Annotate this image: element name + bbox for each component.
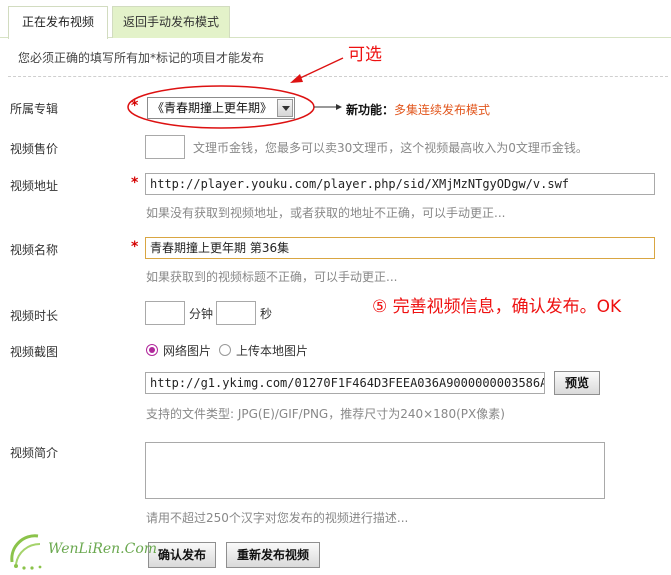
album-select[interactable]: 《青春期撞上更年期》 [147,97,295,119]
address-hint: 如果没有获取到视频地址，或者获取的地址不正确，可以手动更正... [146,206,506,220]
screenshot-label: 视频截图 [10,345,59,359]
duration-seconds-input[interactable] [216,301,256,325]
preview-button[interactable]: 预览 [554,371,600,395]
chevron-down-icon[interactable] [277,99,293,117]
name-hint: 如果获取到的视频标题不正确，可以手动更正... [146,270,398,284]
batch-publish-link[interactable]: 多集连续发布模式 [394,101,490,118]
album-select-value: 《青春期撞上更年期》 [152,101,273,115]
annotation-step: ⑤ 完善视频信息，确认发布。OK [372,297,622,317]
filetype-hint: 支持的文件类型: JPG(E)/GIF/PNG，推荐尺寸为240×180(PX像… [146,407,505,421]
name-required-mark: * [131,239,139,255]
summary-hint: 请用不超过250个汉字对您发布的视频进行描述... [146,511,409,525]
logo-text: WenLiRen.Com [48,541,158,557]
new-feature-label: 新功能： [346,103,395,117]
radio-web-image[interactable] [146,344,158,356]
radio-upload-local[interactable] [219,344,231,356]
upload-local-label: 上传本地图片 [236,344,309,358]
screenshot-url-input[interactable]: http://g1.ykimg.com/01270F1F464D3FEEA036… [145,372,545,394]
required-notice: 您必须正确的填写所有加*标记的项目才能发布 [18,51,265,65]
republish-button[interactable]: 重新发布视频 [226,542,320,568]
annotation-optional: 可选 [348,45,382,65]
album-label: 所属专辑 [10,102,59,116]
video-name-input[interactable]: 青春期撞上更年期 第36集 [145,237,655,259]
album-required-mark: * [131,98,139,114]
address-required-mark: * [131,175,139,191]
minutes-unit: 分钟 [189,307,214,321]
video-address-input[interactable]: http://player.youku.com/player.php/sid/X… [145,173,655,195]
tab-manual-mode[interactable]: 返回手动发布模式 [112,6,230,38]
divider [8,76,668,77]
price-input[interactable] [145,135,185,159]
duration-minutes-input[interactable] [145,301,185,325]
connector-arrow-icon [336,104,342,110]
name-label: 视频名称 [10,243,59,257]
price-hint: 文理币金钱，您最多可以卖30文理币，这个视频最高收入为0文理币金钱。 [193,141,588,155]
duration-label: 视频时长 [10,309,59,323]
price-label: 视频售价 [10,142,59,156]
seconds-unit: 秒 [260,307,273,321]
tab-publishing[interactable]: 正在发布视频 [8,6,108,39]
summary-textarea[interactable] [145,442,605,499]
summary-label: 视频简介 [10,446,59,460]
address-label: 视频地址 [10,179,59,193]
web-image-label: 网络图片 [163,344,212,358]
confirm-publish-button[interactable]: 确认发布 [148,542,216,568]
tab-bar: 正在发布视频 返回手动发布模式 [0,0,671,39]
